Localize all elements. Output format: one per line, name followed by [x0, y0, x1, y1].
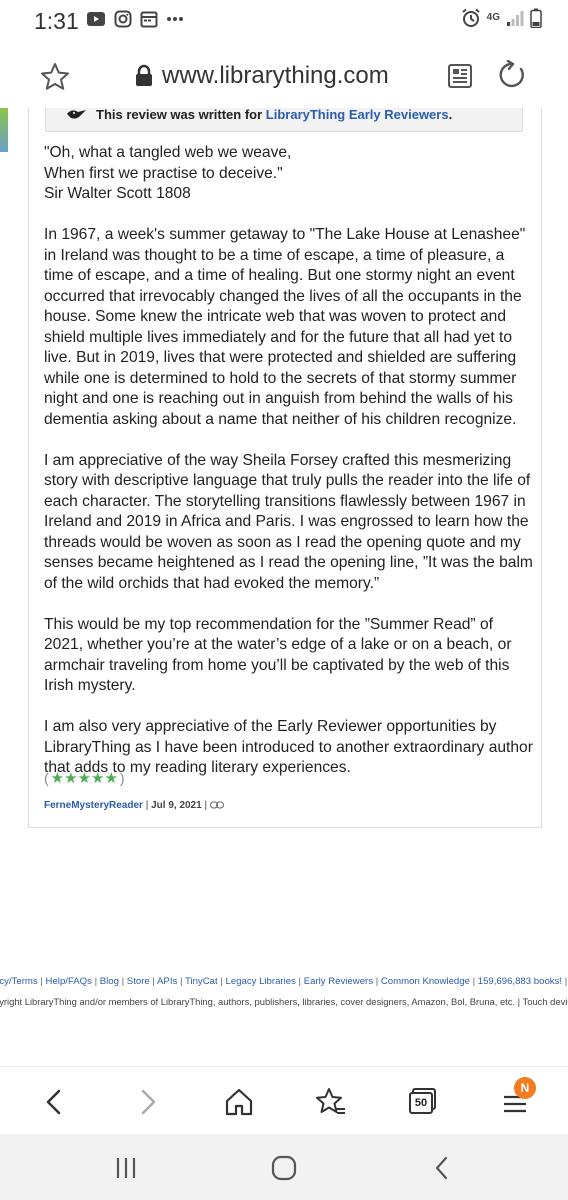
- reload-icon[interactable]: [498, 60, 528, 90]
- status-bar: 1:31 4G: [0, 0, 568, 44]
- footer-link[interactable]: acy/Terms: [0, 976, 38, 987]
- quote-line-1: "Oh, what a tangled web we weave,: [44, 144, 292, 161]
- more-dots-icon: [167, 17, 183, 21]
- opening-quote: "Oh, what a tangled web we weave, When f…: [44, 143, 534, 205]
- review-body: "Oh, what a tangled web we weave, When f…: [44, 143, 534, 799]
- review-paragraph-1: In 1967, a week's summer getaway to "The…: [44, 226, 526, 428]
- meta-separator: |: [142, 800, 152, 811]
- banner-text: This review was written for LibraryThing…: [96, 108, 452, 122]
- instagram-icon: [114, 10, 132, 28]
- notification-badge: N: [514, 1077, 536, 1099]
- tabs-count: 50: [414, 1097, 428, 1109]
- status-time: 1:31: [34, 8, 79, 34]
- footer-link[interactable]: Common Knowledge: [381, 976, 470, 987]
- lock-icon: [136, 64, 152, 86]
- footer-link[interactable]: APIs: [157, 976, 177, 987]
- signal-icon: [507, 11, 524, 26]
- recent-apps-icon[interactable]: [112, 1154, 140, 1182]
- early-reviewers-link[interactable]: LibraryThing Early Reviewers: [266, 108, 449, 122]
- permalink-icon[interactable]: [209, 801, 224, 809]
- footer-links: acy/Terms | Help/FAQs | Blog | Store | A…: [0, 976, 568, 987]
- network-4g-icon: 4G: [486, 12, 500, 23]
- quote-line-2: When first we practise to deceive.": [44, 164, 283, 182]
- footer-link[interactable]: Blog: [100, 976, 119, 987]
- footer-separator: |: [118, 976, 127, 987]
- browser-bottom-toolbar: 50 N: [0, 1066, 568, 1134]
- quote-attribution: Sir Walter Scott 1808: [44, 185, 191, 202]
- rating-close-paren: ): [119, 770, 125, 786]
- youtube-icon: [87, 12, 105, 26]
- url-bar: www.librarything.com: [0, 44, 568, 108]
- footer-link[interactable]: Store: [127, 976, 150, 987]
- footer-separator: |: [91, 976, 100, 987]
- footer-separator: |: [469, 976, 478, 987]
- back-arrow-icon[interactable]: [40, 1087, 70, 1117]
- calendar-icon: [140, 11, 158, 28]
- cover-thumbnail[interactable]: [0, 108, 8, 152]
- footer-link[interactable]: Help/FAQs: [46, 976, 92, 987]
- alarm-icon: [462, 8, 480, 27]
- page-content: This review was written for LibraryThing…: [0, 108, 568, 1066]
- footer-separator: |: [373, 976, 381, 987]
- banner-suffix: .: [448, 108, 453, 122]
- review-meta: FerneMysteryReader | Jul 9, 2021 |: [44, 800, 224, 811]
- footer-separator: |: [564, 976, 568, 987]
- back-nav-icon[interactable]: [428, 1154, 456, 1182]
- system-nav-bar: [0, 1134, 568, 1200]
- bookmarks-icon[interactable]: [316, 1087, 346, 1117]
- star-rating: ( ★★★★★ ): [44, 769, 125, 787]
- footer-link[interactable]: TinyCat: [185, 976, 218, 987]
- status-icons-left: [86, 10, 184, 28]
- footer-separator: |: [295, 976, 304, 987]
- review-paragraph-3: This would be my top recommendation for …: [44, 615, 512, 695]
- review-date: Jul 9, 2021: [151, 800, 202, 811]
- footer-link[interactable]: Legacy Libraries: [225, 976, 295, 987]
- reader-mode-icon[interactable]: [446, 62, 474, 90]
- footer-separator: |: [37, 976, 46, 987]
- forward-arrow-icon[interactable]: [132, 1087, 162, 1117]
- status-icons-right: 4G: [461, 8, 542, 28]
- home-icon[interactable]: [224, 1087, 254, 1117]
- footer-copyright: pyright LibraryThing and/or members of L…: [0, 996, 568, 1007]
- early-reviewer-bird-icon: [67, 109, 86, 119]
- meta-separator: |: [201, 800, 210, 811]
- bookmark-star-icon[interactable]: [40, 62, 70, 92]
- address-field[interactable]: www.librarything.com: [134, 62, 389, 90]
- footer-separator: |: [177, 976, 185, 987]
- rating-open-paren: (: [44, 770, 49, 786]
- review-author-link[interactable]: FerneMysteryReader: [44, 800, 143, 811]
- footer-link[interactable]: Early Reviewers: [304, 976, 373, 987]
- footer-link[interactable]: 159,696,883 books!: [478, 976, 562, 987]
- review-card: This review was written for LibraryThing…: [28, 108, 542, 828]
- url-text: www.librarything.com: [162, 62, 389, 89]
- early-reviewer-banner: This review was written for LibraryThing…: [45, 108, 523, 132]
- footer-separator: |: [149, 976, 158, 987]
- home-nav-icon[interactable]: [270, 1154, 298, 1182]
- banner-prefix: This review was written for: [96, 108, 266, 122]
- battery-icon: [530, 8, 542, 28]
- rating-stars: ★★★★★: [50, 770, 118, 787]
- review-paragraph-2: I am appreciative of the way Sheila Fors…: [44, 451, 533, 592]
- tabs-button[interactable]: 50: [408, 1087, 438, 1117]
